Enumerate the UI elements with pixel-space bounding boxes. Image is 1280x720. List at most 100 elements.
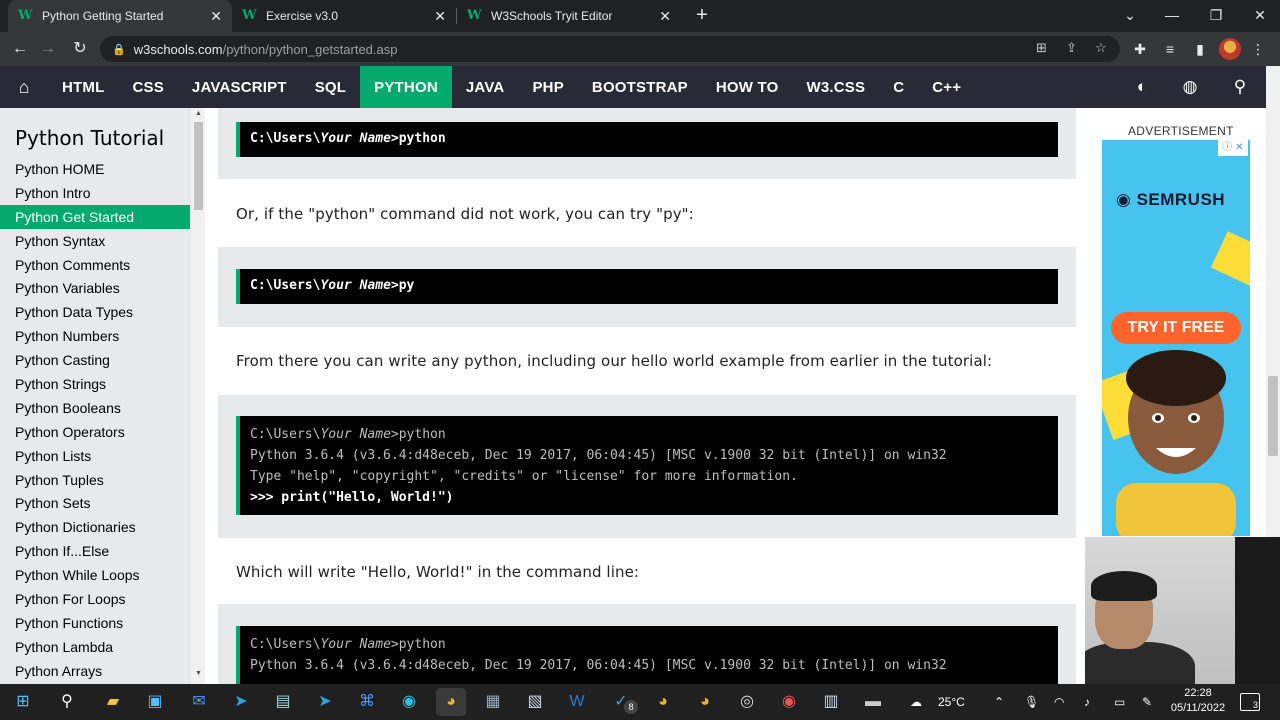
nav-php[interactable]: PHP bbox=[518, 66, 577, 108]
system-clock[interactable]: 22:28 05/11/2022 bbox=[1168, 686, 1228, 716]
telegram-icon[interactable]: ➤ bbox=[310, 688, 340, 716]
sidebar-item[interactable]: Python Syntax bbox=[0, 229, 190, 253]
sidebar-item[interactable]: Python Arrays bbox=[0, 659, 190, 683]
sidebar-scrollbar[interactable]: ▲ ▼ bbox=[191, 108, 205, 684]
nav-w3css[interactable]: W3.CSS bbox=[792, 66, 879, 108]
temperature[interactable]: 25°C bbox=[938, 684, 965, 720]
nav-cpp[interactable]: C++ bbox=[918, 66, 975, 108]
sidebar-item[interactable]: Python Lambda bbox=[0, 635, 190, 659]
nav-java[interactable]: JAVA bbox=[452, 66, 519, 108]
tab-search-icon[interactable]: ⌄ bbox=[1110, 0, 1150, 32]
close-tab-icon[interactable]: ✕ bbox=[659, 8, 671, 25]
word-icon[interactable]: W bbox=[562, 688, 592, 716]
sidebar-item[interactable]: Python Dictionaries bbox=[0, 515, 190, 539]
bookmark-star-icon[interactable]: ☆ bbox=[1095, 40, 1107, 56]
edge-icon[interactable]: ◉ bbox=[394, 688, 424, 716]
sidebar-item[interactable]: Python Casting bbox=[0, 348, 190, 372]
terminal-icon[interactable]: ▬ bbox=[858, 688, 888, 716]
globe-icon[interactable]: ◍ bbox=[1166, 66, 1214, 108]
close-tab-icon[interactable]: ✕ bbox=[210, 8, 222, 25]
app-icon[interactable]: ▥ bbox=[816, 688, 846, 716]
scroll-down-arrow-icon[interactable]: ▼ bbox=[194, 670, 203, 677]
microphone-icon[interactable]: 🎙 bbox=[1024, 684, 1039, 720]
file-explorer-icon[interactable]: ▰ bbox=[98, 688, 128, 716]
telegram-icon[interactable]: ➤ bbox=[226, 688, 256, 716]
home-icon[interactable]: ⌂ bbox=[0, 66, 48, 108]
sidebar-item[interactable]: Python For Loops bbox=[0, 587, 190, 611]
advertisement-banner[interactable]: ⓘ ✕ ◉ SEMRUSH TRY IT FREE bbox=[1102, 140, 1250, 536]
sidebar-item[interactable]: Python While Loops bbox=[0, 563, 190, 587]
sidebar-item[interactable]: Python Intro bbox=[0, 181, 190, 205]
store-icon[interactable]: ▣ bbox=[140, 688, 170, 716]
sidebar-scroll-thumb[interactable] bbox=[194, 122, 203, 210]
sidebar-item[interactable]: Python Booleans bbox=[0, 396, 190, 420]
sidebar-item[interactable]: Python Operators bbox=[0, 420, 190, 444]
app-icon[interactable]: ▧ bbox=[520, 688, 550, 716]
sidebar-item[interactable]: Python Numbers bbox=[0, 324, 190, 348]
sidebar-item[interactable]: Python HOME bbox=[0, 157, 190, 181]
sidebar-item[interactable]: Python Data Types bbox=[0, 300, 190, 324]
sidebar-item-active[interactable]: Python Get Started bbox=[0, 204, 190, 229]
sidebar-item[interactable]: Python Functions bbox=[0, 611, 190, 635]
back-arrow-icon[interactable]: ← bbox=[8, 37, 32, 61]
nav-sql[interactable]: SQL bbox=[301, 66, 360, 108]
volume-icon[interactable]: ♪ bbox=[1084, 684, 1090, 720]
nav-how-to[interactable]: HOW TO bbox=[702, 66, 793, 108]
code-block: C:\Users\Your Name>python bbox=[236, 122, 1058, 157]
tab-python-getting-started[interactable]: W Python Getting Started ✕ bbox=[8, 0, 232, 32]
reload-icon[interactable]: ↻ bbox=[68, 37, 92, 61]
network-app-icon[interactable]: ⌘ bbox=[352, 688, 382, 716]
wifi-icon[interactable]: ◠ bbox=[1054, 684, 1064, 720]
scroll-up-arrow-icon[interactable]: ▲ bbox=[194, 110, 203, 117]
sidebar-item[interactable]: Python Variables bbox=[0, 276, 190, 300]
chrome-icon[interactable]: ◕ bbox=[648, 688, 678, 716]
share-icon[interactable]: ⇪ bbox=[1066, 40, 1077, 56]
sidebar-item[interactable]: Python If...Else bbox=[0, 539, 190, 563]
menu-kebab-icon[interactable]: ⋮ bbox=[1246, 37, 1270, 61]
obs-icon[interactable]: ◎ bbox=[732, 688, 762, 716]
sidebar-item[interactable]: Python Sets bbox=[0, 491, 190, 515]
mail-icon[interactable]: ✉ bbox=[184, 688, 214, 716]
ad-close-icon[interactable]: ⓘ ✕ bbox=[1218, 140, 1248, 156]
nav-c[interactable]: C bbox=[879, 66, 918, 108]
notification-icon[interactable]: 3 bbox=[1240, 693, 1260, 711]
tab-exercise[interactable]: W Exercise v3.0 ✕ bbox=[232, 0, 456, 32]
reading-list-icon[interactable]: ≡ bbox=[1158, 37, 1182, 61]
nav-javascript[interactable]: JAVASCRIPT bbox=[178, 66, 301, 108]
tab-tryit-editor[interactable]: W W3Schools Tryit Editor ✕ bbox=[457, 0, 681, 32]
forward-arrow-icon[interactable]: → bbox=[36, 37, 60, 61]
sidebar-item[interactable]: Python Lists bbox=[0, 444, 190, 468]
sidebar-item[interactable]: Python Strings bbox=[0, 372, 190, 396]
chrome-icon[interactable]: ◕ bbox=[690, 688, 720, 716]
battery-icon[interactable]: ▭ bbox=[1114, 684, 1125, 720]
tray-expand-icon[interactable]: ⌃ bbox=[994, 684, 1004, 720]
extensions-puzzle-icon[interactable]: ✚ bbox=[1128, 37, 1152, 61]
search-icon[interactable]: ⚲ bbox=[52, 688, 82, 716]
search-icon[interactable]: ⚲ bbox=[1216, 66, 1264, 108]
nav-bootstrap[interactable]: BOOTSTRAP bbox=[578, 66, 702, 108]
chrome-icon[interactable]: ◕ bbox=[436, 688, 466, 716]
translate-icon[interactable]: ⊞ bbox=[1036, 40, 1047, 56]
sidebar-item[interactable]: Python Comments bbox=[0, 253, 190, 277]
nav-html[interactable]: HTML bbox=[48, 66, 118, 108]
windows-start-icon[interactable]: ⊞ bbox=[8, 688, 38, 716]
new-tab-button[interactable]: + bbox=[692, 4, 712, 28]
recorder-icon[interactable]: ◉ bbox=[774, 688, 804, 716]
app-icon[interactable]: ▦ bbox=[478, 688, 508, 716]
close-window-icon[interactable]: ✕ bbox=[1240, 0, 1280, 32]
dark-mode-icon[interactable]: ◐ bbox=[1118, 66, 1166, 108]
ad-cta-button[interactable]: TRY IT FREE bbox=[1111, 312, 1241, 344]
pen-icon[interactable]: ✎ bbox=[1142, 684, 1152, 720]
nav-python[interactable]: PYTHON bbox=[360, 66, 452, 108]
profile-avatar[interactable] bbox=[1219, 38, 1241, 60]
minimize-icon[interactable]: — bbox=[1152, 0, 1192, 32]
nav-css[interactable]: CSS bbox=[118, 66, 177, 108]
weather-cloud-icon[interactable]: ☁ bbox=[910, 684, 922, 720]
sidebar-item[interactable]: Python Tuples bbox=[0, 468, 190, 492]
notepad-icon[interactable]: ▤ bbox=[268, 688, 298, 716]
restore-icon[interactable]: ❐ bbox=[1196, 0, 1236, 32]
page-scroll-thumb[interactable] bbox=[1268, 376, 1278, 456]
address-bar[interactable]: 🔒 w3schools.com/python/python_getstarted… bbox=[100, 36, 1120, 62]
close-tab-icon[interactable]: ✕ bbox=[434, 8, 446, 25]
side-panel-icon[interactable]: ▮ bbox=[1188, 37, 1212, 61]
